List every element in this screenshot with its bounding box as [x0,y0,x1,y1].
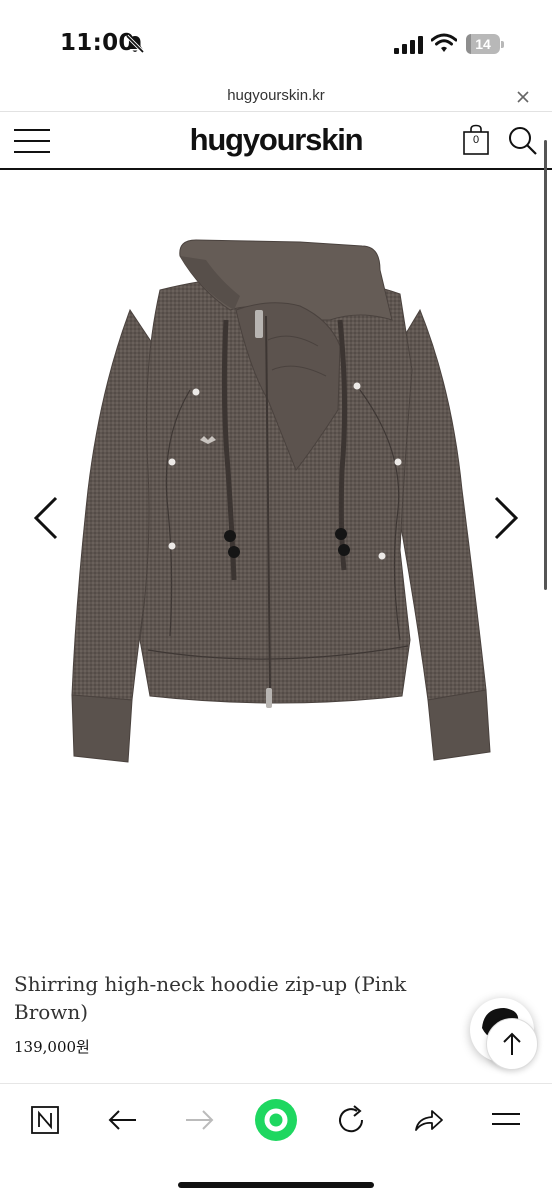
search-icon[interactable] [508,126,538,156]
close-icon[interactable] [514,88,532,106]
cart-button[interactable]: 0 [462,124,490,156]
battery-cap [501,41,504,48]
wifi-icon [431,33,457,52]
battery-percentage: 14 [475,36,491,52]
share-icon[interactable] [408,1100,448,1140]
product-price: 139,000원 [14,1038,90,1056]
refresh-icon[interactable] [332,1100,372,1140]
product-image[interactable] [0,170,552,970]
green-dot-button-icon[interactable] [254,1098,298,1142]
cellular-signal-icon [394,36,423,54]
bell-slash-icon [125,34,145,54]
url-text[interactable]: hugyourskin.kr [0,87,552,104]
forward-arrow-icon[interactable] [180,1100,220,1140]
previous-image-arrow[interactable] [33,496,58,540]
naver-home-icon[interactable] [26,1100,66,1140]
product-title: Shirring high-neck hoodie zip-up (Pink B… [14,972,407,1024]
site-header: hugyourskin 0 [0,112,552,170]
status-bar: 11:00 14 [0,0,552,84]
cart-count: 0 [472,134,480,146]
browser-url-bar[interactable]: hugyourskin.kr [0,84,552,112]
battery-indicator: 14 [466,34,504,54]
scroll-to-top-button[interactable] [486,1018,538,1070]
browser-toolbar [0,1083,552,1200]
back-arrow-icon[interactable] [102,1100,142,1140]
next-image-arrow[interactable] [494,496,519,540]
home-indicator [178,1182,374,1188]
arrow-up-icon [503,1032,521,1055]
more-menu-icon[interactable] [486,1100,526,1140]
